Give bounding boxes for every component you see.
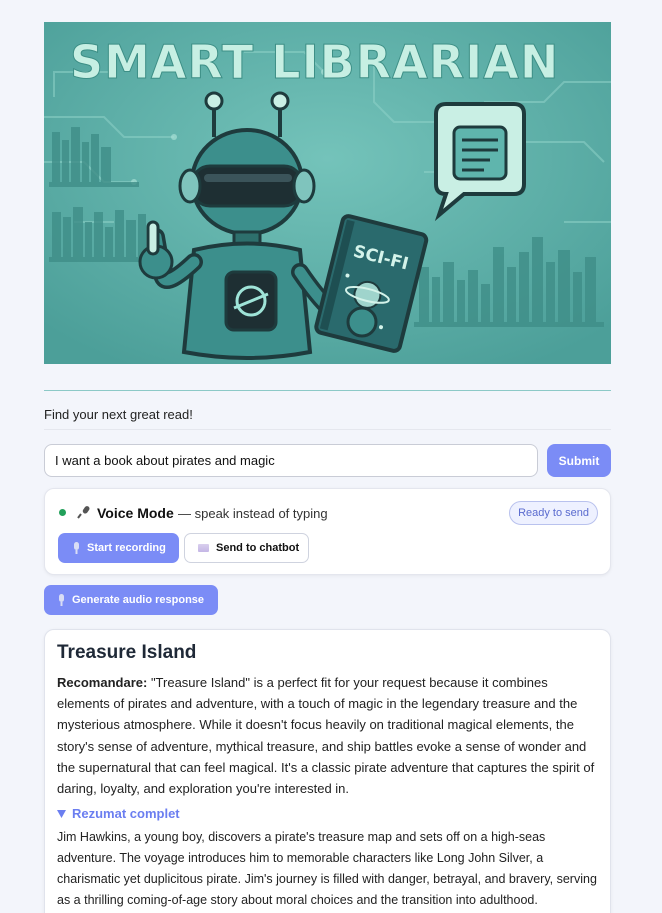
recommendation-text: Recomandare: "Treasure Island" is a perf… bbox=[57, 672, 598, 799]
summary-toggle-label: Rezumat complet bbox=[72, 806, 180, 822]
start-recording-label: Start recording bbox=[87, 542, 166, 554]
search-input[interactable] bbox=[44, 444, 538, 477]
banner-image: SMART LIBRARIAN SCI-FI bbox=[44, 22, 611, 364]
microphone-icon bbox=[77, 506, 90, 519]
banner-illustration: SMART LIBRARIAN SCI-FI bbox=[44, 22, 611, 364]
tagline-divider bbox=[44, 429, 611, 430]
start-recording-button[interactable]: Start recording bbox=[58, 533, 179, 563]
banner-title: SMART LIBRARIAN bbox=[70, 35, 559, 89]
recommendation-body: "Treasure Island" is a perfect fit for y… bbox=[57, 675, 595, 797]
voice-mode-panel: Voice Mode — speak instead of typing Rea… bbox=[44, 488, 611, 575]
microphone-icon bbox=[74, 542, 79, 554]
submit-button[interactable]: Submit bbox=[547, 444, 611, 477]
status-badge: Ready to send bbox=[509, 501, 598, 525]
book-title: Treasure Island bbox=[57, 642, 197, 663]
voice-mode-subtitle: — speak instead of typing bbox=[178, 506, 328, 521]
send-to-chatbot-label: Send to chatbot bbox=[216, 542, 300, 554]
tagline: Find your next great read! bbox=[44, 407, 193, 422]
triangle-down-icon bbox=[57, 809, 66, 818]
section-divider bbox=[44, 390, 611, 391]
envelope-icon bbox=[198, 544, 209, 552]
generate-audio-label: Generate audio response bbox=[72, 594, 205, 606]
recommendation-card: Treasure Island Recomandare: "Treasure I… bbox=[44, 629, 611, 913]
summary-text: Jim Hawkins, a young boy, discovers a pi… bbox=[57, 830, 597, 908]
summary-toggle[interactable]: Rezumat complet bbox=[57, 806, 598, 821]
send-to-chatbot-button[interactable]: Send to chatbot bbox=[184, 533, 309, 563]
status-dot bbox=[59, 509, 66, 516]
generate-audio-button[interactable]: Generate audio response bbox=[44, 585, 218, 615]
microphone-icon bbox=[59, 594, 64, 606]
voice-mode-title: Voice Mode bbox=[97, 505, 174, 521]
recommendation-label: Recomandare: bbox=[57, 675, 148, 690]
